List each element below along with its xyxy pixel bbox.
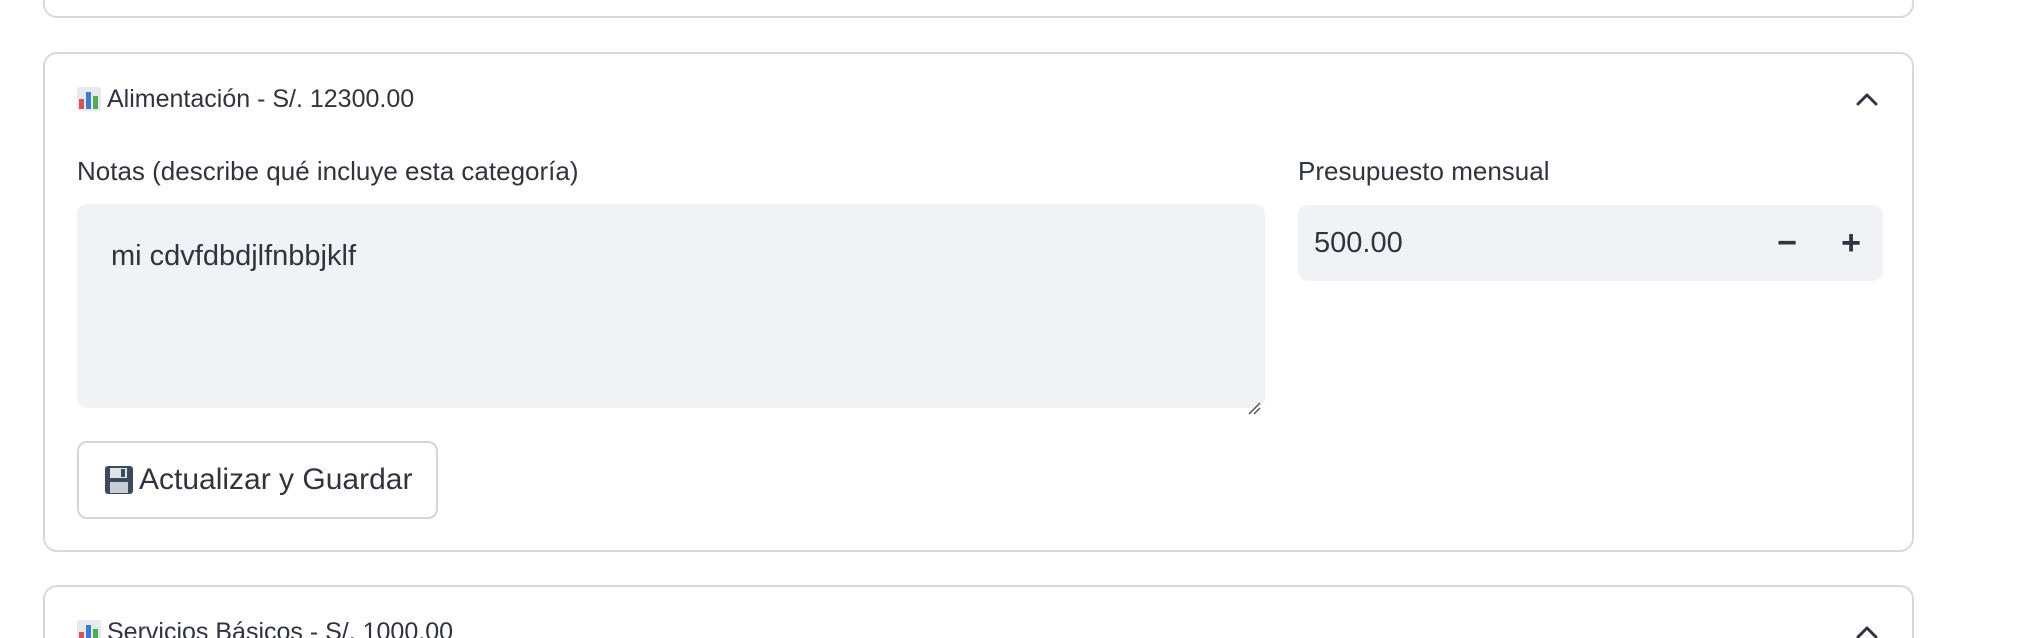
category-header[interactable]: Alimentación - S/. 12300.00 — [77, 79, 1880, 119]
increment-button[interactable]: + — [1819, 205, 1883, 281]
notes-text: mi cdvfdbdjlfnbbjklf — [111, 240, 356, 272]
budget-number-input: 500.00 − + — [1298, 205, 1883, 281]
category-title: Alimentación - S/. 12300.00 — [107, 84, 415, 113]
category-panel-servicios: Servicios Básicos - S/. 1000.00 — [43, 585, 1914, 638]
decrement-button[interactable]: − — [1755, 205, 1819, 281]
update-save-button[interactable]: Actualizar y Guardar — [77, 441, 439, 519]
budget-label: Presupuesto mensual — [1298, 156, 1550, 186]
save-button-label: Actualizar y Guardar — [139, 463, 413, 496]
budget-value[interactable]: 500.00 — [1298, 227, 1755, 260]
category-panel-previous — [43, 0, 1914, 18]
floppy-disk-icon — [103, 464, 135, 496]
category-title: Servicios Básicos - S/. 1000.00 — [107, 617, 453, 638]
bar-chart-icon — [77, 620, 101, 638]
chevron-up-icon[interactable] — [1854, 619, 1880, 638]
notes-label: Notas (describe qué incluye esta categor… — [77, 156, 579, 186]
resize-handle-icon[interactable] — [1247, 390, 1261, 415]
notes-textarea[interactable]: mi cdvfdbdjlfnbbjklf — [77, 204, 1265, 415]
category-panel-alimentacion: Alimentación - S/. 12300.00 Notas (descr… — [43, 52, 1914, 552]
chevron-up-icon[interactable] — [1854, 86, 1880, 112]
bar-chart-icon — [77, 87, 101, 111]
category-header[interactable]: Servicios Básicos - S/. 1000.00 — [77, 612, 1880, 638]
budget-categories-page: Alimentación - S/. 12300.00 Notas (descr… — [0, 0, 2030, 638]
